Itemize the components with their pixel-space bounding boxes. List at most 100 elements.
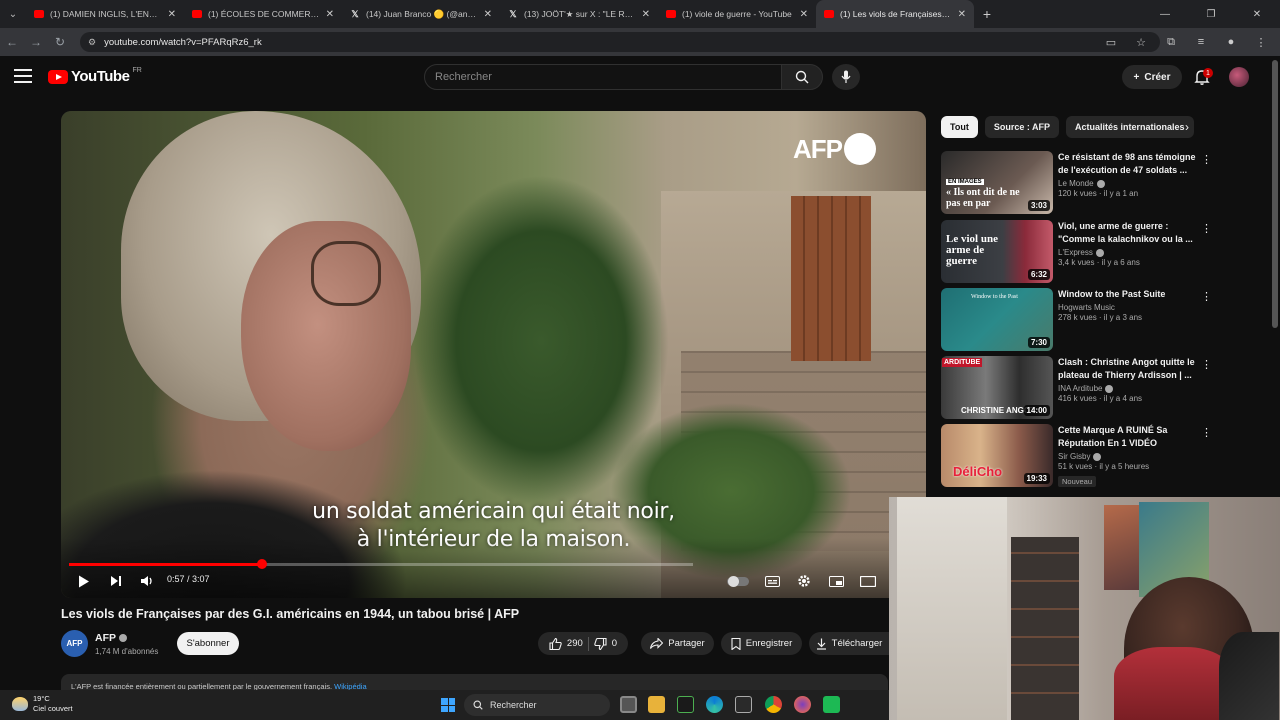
tab-search-icon[interactable]: ⌄: [0, 0, 26, 28]
browser-tab[interactable]: 𝕏 (13) JOÖT'★ sur X : "LE RAP C'ES ✕: [500, 0, 658, 28]
search-input[interactable]: Rechercher: [424, 64, 782, 90]
back-icon[interactable]: ←: [0, 28, 24, 56]
recommended-video[interactable]: Le viol une arme de guerre 6:32 Viol, un…: [941, 220, 1216, 284]
thumbnail-text: Window to the Past: [971, 294, 1018, 300]
browser-tab[interactable]: 𝕏 (14) Juan Branco 🟡 (@anatolium ✕: [342, 0, 500, 28]
browser-menu-icon[interactable]: ⋮: [1246, 28, 1276, 56]
extensions-icon[interactable]: ⧉: [1156, 28, 1186, 56]
progress-fill: [69, 563, 262, 566]
create-button[interactable]: + Créer: [1122, 65, 1182, 89]
close-icon[interactable]: ✕: [800, 9, 808, 20]
progress-bar[interactable]: [69, 559, 693, 569]
more-options-icon[interactable]: ⋮: [1201, 290, 1212, 303]
voice-search-button[interactable]: [832, 64, 860, 90]
minimize-icon[interactable]: —: [1142, 0, 1188, 28]
windows-start-icon[interactable]: [441, 698, 455, 712]
close-icon[interactable]: ✕: [642, 9, 650, 20]
file-explorer-icon[interactable]: [648, 696, 665, 713]
close-icon[interactable]: ✕: [168, 9, 176, 20]
search-button[interactable]: [781, 64, 823, 90]
recommended-video[interactable]: DéliCho 19:33 Cette Marque A RUINÉ Sa Ré…: [941, 424, 1216, 488]
weather-widget[interactable]: 19°C Ciel couvert: [12, 694, 73, 714]
share-button[interactable]: Partager: [641, 632, 714, 655]
video-thumbnail[interactable]: EN IMAGES « Ils ont dit de ne pas en par…: [941, 151, 1053, 214]
reload-icon[interactable]: ↻: [48, 28, 72, 56]
video-thumbnail[interactable]: Le viol une arme de guerre 6:32: [941, 220, 1053, 283]
video-player[interactable]: AFP un soldat américain qui était noir, …: [61, 111, 926, 598]
browser-tab[interactable]: (1) ÉCOLES DE COMMERCE : AU ✕: [184, 0, 342, 28]
video-meta: 278 k vues · il y a 3 ans: [1058, 313, 1143, 322]
play-button[interactable]: [75, 571, 93, 591]
restore-icon[interactable]: ❐: [1188, 0, 1234, 28]
close-icon[interactable]: ✕: [484, 9, 492, 20]
browser-tab-active[interactable]: (1) Les viols de Françaises par des ✕: [816, 0, 974, 28]
recommended-video[interactable]: Window to the Past 7:30 Window to the Pa…: [941, 288, 1216, 352]
url-field[interactable]: ⚙ youtube.com/watch?v=PFARqRz6_rk: [80, 32, 1160, 52]
video-title[interactable]: Viol, une arme de guerre : "Comme la kal…: [1058, 220, 1198, 246]
channel-name[interactable]: Sir Gisby: [1058, 452, 1198, 461]
recommended-video[interactable]: ARDITUBE CHRISTINE ANGOT 14:00 Clash : C…: [941, 356, 1216, 420]
nvidia-icon[interactable]: [677, 696, 694, 713]
channel-name[interactable]: L'Express: [1058, 248, 1198, 257]
youtube-logo[interactable]: YouTube FR: [48, 67, 142, 85]
settings-button[interactable]: [795, 571, 813, 591]
task-view-icon[interactable]: [620, 696, 637, 713]
app-icon[interactable]: [823, 696, 840, 713]
close-window-icon[interactable]: ✕: [1234, 0, 1280, 28]
more-options-icon[interactable]: ⋮: [1201, 358, 1212, 371]
subscribe-button[interactable]: S'abonner: [177, 632, 239, 655]
video-meta: 120 k vues · il y a 1 an: [1058, 189, 1139, 198]
channel-name[interactable]: AFP: [95, 632, 127, 644]
chevron-right-icon[interactable]: ›: [1185, 120, 1189, 134]
save-button[interactable]: Enregistrer: [721, 632, 802, 655]
video-thumbnail[interactable]: Window to the Past 7:30: [941, 288, 1053, 351]
menu-icon[interactable]: [14, 69, 32, 83]
site-info-icon[interactable]: ⚙: [88, 37, 96, 48]
store-icon[interactable]: [735, 696, 752, 713]
chrome-icon[interactable]: [765, 696, 782, 713]
chip-international-news[interactable]: Actualités internationales: [1066, 116, 1194, 138]
media-icon[interactable]: ≡: [1186, 28, 1216, 56]
more-options-icon[interactable]: ⋮: [1201, 222, 1212, 235]
recommended-video[interactable]: EN IMAGES « Ils ont dit de ne pas en par…: [941, 151, 1216, 215]
autoplay-toggle[interactable]: [727, 576, 749, 587]
video-thumbnail[interactable]: DéliCho 19:33: [941, 424, 1053, 487]
volume-button[interactable]: [138, 571, 156, 591]
taskbar-search[interactable]: Rechercher: [464, 694, 610, 716]
scrubber-handle[interactable]: [256, 559, 267, 569]
more-options-icon[interactable]: ⋮: [1201, 426, 1212, 439]
cast-icon[interactable]: ▭: [1096, 28, 1126, 56]
bookmark-star-icon[interactable]: ☆: [1126, 28, 1156, 56]
forward-icon[interactable]: →: [24, 28, 48, 56]
video-title[interactable]: Clash : Christine Angot quitte le platea…: [1058, 356, 1198, 382]
theater-mode-button[interactable]: [859, 571, 877, 591]
channel-name[interactable]: Hogwarts Music: [1058, 303, 1198, 312]
chip-source-afp[interactable]: Source : AFP: [984, 116, 1060, 138]
channel-avatar[interactable]: AFP: [61, 630, 88, 657]
next-button[interactable]: [107, 571, 125, 591]
close-icon[interactable]: ✕: [958, 9, 966, 20]
page-scrollbar[interactable]: [1272, 60, 1278, 328]
chip-all[interactable]: Tout: [941, 116, 978, 138]
gear-icon: [798, 575, 810, 587]
more-options-icon[interactable]: ⋮: [1201, 153, 1212, 166]
channel-name[interactable]: INA Arditube: [1058, 384, 1198, 393]
firefox-icon[interactable]: [794, 696, 811, 713]
miniplayer-button[interactable]: [827, 571, 845, 591]
close-icon[interactable]: ✕: [326, 9, 334, 20]
video-thumbnail[interactable]: ARDITUBE CHRISTINE ANGOT 14:00: [941, 356, 1053, 419]
subtitles-button[interactable]: [763, 571, 781, 591]
browser-tab[interactable]: (1) DAMIEN INGLIS, L'ENTRETIEN ✕: [26, 0, 184, 28]
new-tab-icon[interactable]: +: [974, 6, 1000, 22]
dislike-button[interactable]: 0: [594, 637, 617, 650]
browser-tab[interactable]: (1) viole de guerre - YouTube ✕: [658, 0, 816, 28]
download-button[interactable]: Télécharger: [809, 632, 889, 655]
edge-icon[interactable]: [706, 696, 723, 713]
video-title[interactable]: Ce résistant de 98 ans témoigne de l'exé…: [1058, 151, 1198, 177]
video-title[interactable]: Window to the Past Suite: [1058, 288, 1198, 301]
channel-name[interactable]: Le Monde: [1058, 179, 1198, 188]
like-button[interactable]: 290: [549, 637, 583, 650]
user-avatar[interactable]: [1229, 67, 1249, 87]
profile-icon[interactable]: ●: [1216, 28, 1246, 56]
video-title[interactable]: Cette Marque A RUINÉ Sa Réputation En 1 …: [1058, 424, 1198, 450]
